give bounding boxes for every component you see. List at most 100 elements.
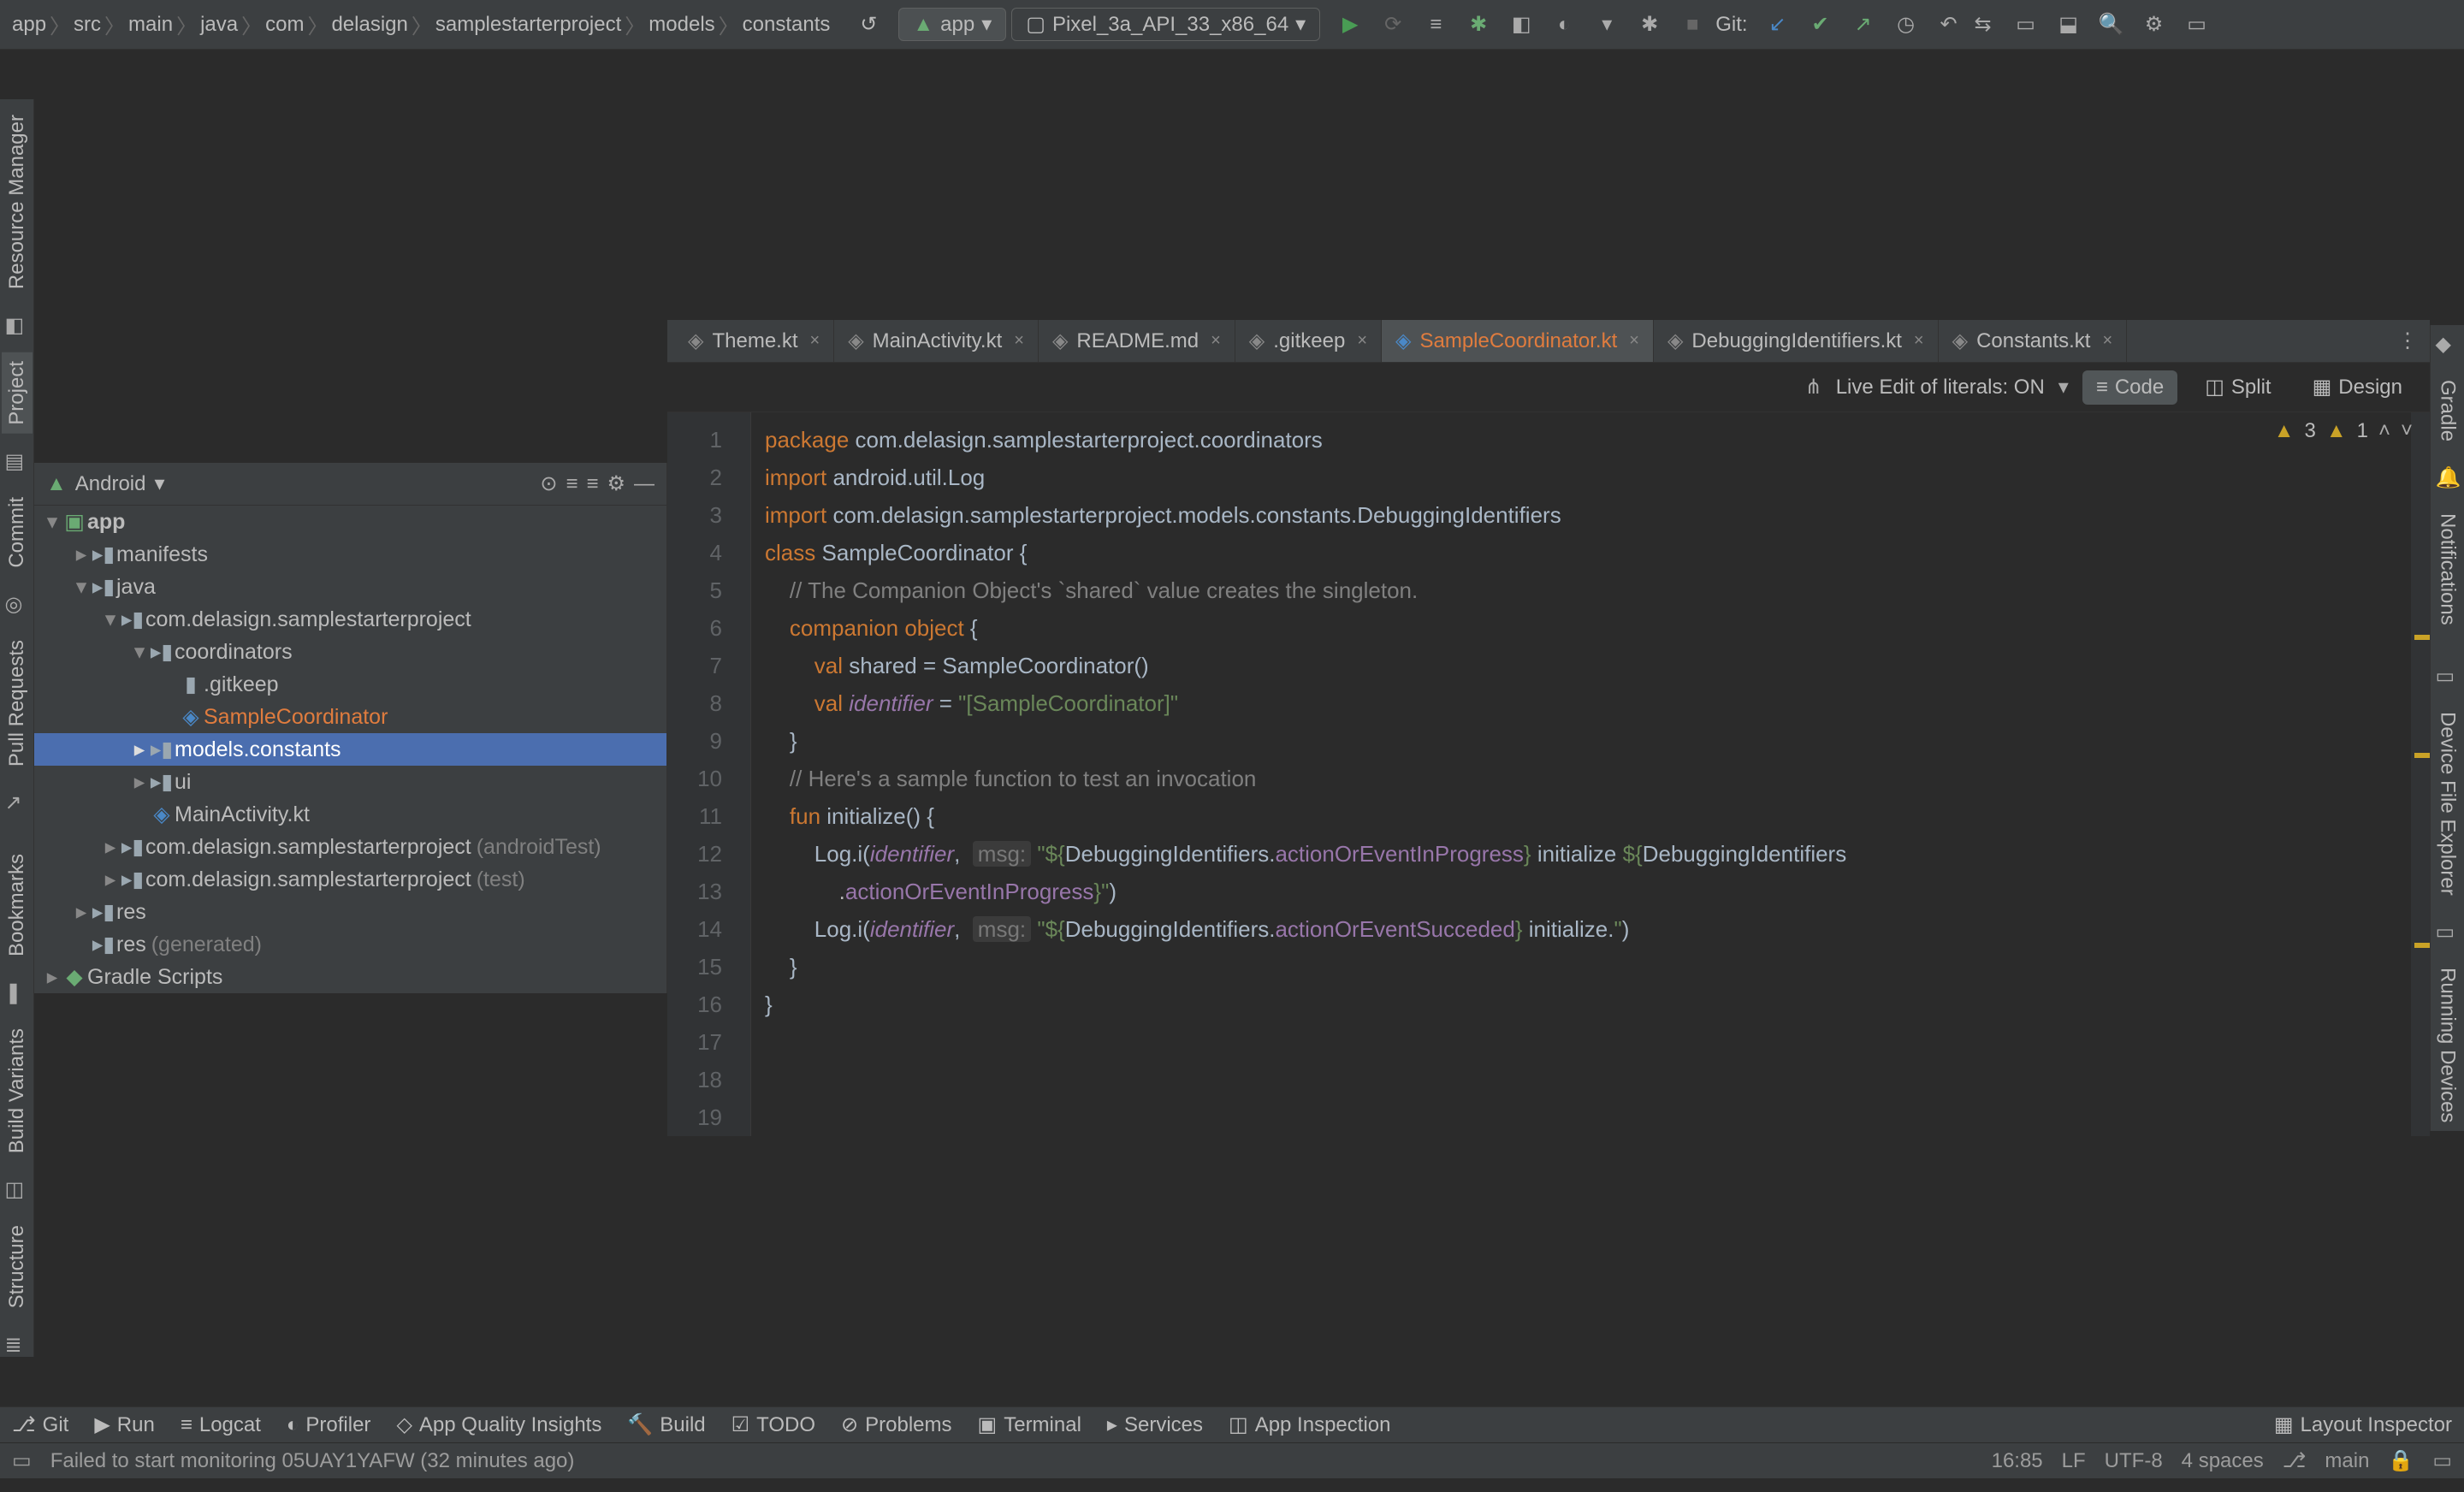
indent[interactable]: 4 spaces [2182,1449,2264,1473]
tree-arrow-icon[interactable]: ▸ [101,834,120,860]
editor-tab[interactable]: ◈Theme.kt× [674,320,834,362]
settings-icon[interactable]: ⚙ [607,471,625,496]
tree-arrow-icon[interactable]: ▾ [130,639,149,665]
bottom-tool-terminal[interactable]: ▣Terminal [978,1412,1081,1437]
device-explorer-icon[interactable]: ▭ [2436,664,2460,688]
bottom-tool-profiler[interactable]: ◐Profiler [287,1413,371,1437]
encoding[interactable]: UTF-8 [2105,1449,2163,1473]
stripe-notifications[interactable]: Notifications [2432,505,2463,634]
code-with-me-icon[interactable]: ⇆ [1972,14,1994,36]
tree-row[interactable]: ▸▮res(generated) [34,928,666,961]
sync-icon[interactable]: ↺ [857,14,880,36]
run-icon[interactable]: ▶ [1339,14,1361,36]
close-icon[interactable]: × [1914,331,1924,351]
structure-icon[interactable]: ≣ [5,1333,29,1357]
breadcrumb-item[interactable]: delasign [328,13,411,37]
hide-icon[interactable]: — [634,472,654,496]
warning-marker[interactable] [2414,943,2430,948]
stripe-commit[interactable]: Commit [2,488,33,577]
run-config-dropdown[interactable]: ▲ app ▾ [898,8,1006,41]
breadcrumb-item[interactable]: app [9,13,50,37]
coverage-icon[interactable]: ◧ [1510,14,1532,36]
mode-code[interactable]: ≡ Code [2082,370,2177,405]
tree-row[interactable]: ◈MainActivity.kt [34,798,666,831]
history-icon[interactable]: ◷ [1895,14,1917,36]
branch-icon[interactable]: ⎇ [2283,1448,2307,1473]
line-separator[interactable]: LF [2062,1449,2086,1473]
tab-menu-icon[interactable]: ⋮ [2385,320,2430,362]
device-dropdown[interactable]: ▢ Pixel_3a_API_33_x86_64 ▾ [1011,8,1320,41]
bookmarks-icon[interactable]: ❚ [5,980,29,1004]
update-project-icon[interactable]: ↙ [1767,14,1789,36]
tree-arrow-icon[interactable]: ▸ [101,867,120,892]
live-edit-icon[interactable]: ⋔ [1805,375,1822,400]
tree-arrow-icon[interactable]: ▸ [72,899,91,925]
stripe-pull-requests[interactable]: Pull Requests [2,631,33,775]
push-icon[interactable]: ↗ [1852,14,1875,36]
account-icon[interactable]: ▭ [2186,14,2208,36]
editor-tab[interactable]: ◈README.md× [1039,320,1235,362]
device-manager-icon[interactable]: ▭ [2015,14,2037,36]
more-run-icon[interactable]: ✱ [1638,14,1661,36]
editor-tab[interactable]: ◈.gitkeep× [1235,320,1382,362]
tree-row[interactable]: ▾▸▮coordinators [34,636,666,668]
mode-split[interactable]: ◫ Split [2191,370,2284,405]
bottom-tool-services[interactable]: ▸Services [1107,1412,1203,1437]
fold-column[interactable] [734,412,751,1136]
memory-icon[interactable]: ▭ [2432,1448,2452,1473]
breadcrumb-item[interactable]: com [262,13,307,37]
profile-icon[interactable]: ◐ [1553,14,1575,36]
breadcrumb-item[interactable]: java [197,13,241,37]
tree-arrow-icon[interactable]: ▸ [43,964,62,990]
bottom-tool-problems[interactable]: ⊘Problems [841,1412,951,1437]
editor-tab[interactable]: ◈SampleCoordinator.kt× [1382,320,1654,362]
caret-position[interactable]: 16:85 [1992,1449,2043,1473]
stripe-running-devices[interactable]: Running Devices [2432,959,2463,1131]
bottom-tool-logcat[interactable]: ≡Logcat [181,1413,261,1437]
stripe-structure[interactable]: Structure [2,1217,33,1317]
editor-tab[interactable]: ◈DebuggingIdentifiers.kt× [1654,320,1939,362]
tree-arrow-icon[interactable]: ▾ [101,607,120,632]
inspection-widget[interactable]: ▲ 3 ▲ 1 ˄ ˅ [2274,419,2413,443]
bottom-tool-build[interactable]: 🔨Build [627,1412,705,1437]
stripe-project[interactable]: Project [2,352,33,434]
tree-row[interactable]: ▾▣app [34,506,666,538]
debug-config-icon[interactable]: ≡ [1424,14,1447,36]
warning-marker[interactable] [2414,753,2430,758]
stripe-bookmarks[interactable]: Bookmarks [2,845,33,965]
editor-tab[interactable]: ◈Constants.kt× [1939,320,2128,362]
chevron-down-icon[interactable]: ▾ [2058,375,2069,400]
resource-manager-icon[interactable]: ◧ [5,313,29,337]
branch-name[interactable]: main [2325,1449,2369,1473]
attach-icon[interactable]: ▾ [1596,14,1618,36]
build-variants-icon[interactable]: ◫ [5,1177,29,1201]
tree-row[interactable]: ▾▸▮com.delasign.samplestarterproject [34,603,666,636]
close-icon[interactable]: × [1357,331,1367,351]
tree-row[interactable]: ▮.gitkeep [34,668,666,701]
warning-marker[interactable] [2414,635,2430,640]
search-everywhere-icon[interactable]: 🔍 [2100,14,2123,36]
tree-arrow-icon[interactable]: ▸ [130,769,149,795]
close-icon[interactable]: × [810,331,820,351]
bottom-tool-git[interactable]: ⎇Git [12,1412,68,1437]
tree-arrow-icon[interactable]: ▸ [130,737,149,762]
stripe-resource-manager[interactable]: Resource Manager [2,106,33,298]
breadcrumb-item[interactable]: samplestarterproject [432,13,625,37]
close-icon[interactable]: × [1629,331,1639,351]
stripe-device-file-explorer[interactable]: Device File Explorer [2432,703,2463,904]
tree-row[interactable]: ▸▸▮ui [34,766,666,798]
close-icon[interactable]: × [1014,331,1024,351]
tree-arrow-icon[interactable]: ▾ [43,509,62,535]
tree-row[interactable]: ▸▸▮com.delasign.samplestarterproject(tes… [34,863,666,896]
close-icon[interactable]: × [2102,331,2112,351]
running-devices-icon[interactable]: ▭ [2436,920,2460,944]
debug-icon[interactable]: ✱ [1467,14,1490,36]
rollback-icon[interactable]: ↶ [1938,14,1960,36]
expand-all-icon[interactable]: ≡ [566,472,578,496]
sdk-manager-icon[interactable]: ⬓ [2058,14,2080,36]
bottom-tool-run[interactable]: ▶Run [94,1412,155,1437]
lock-icon[interactable]: 🔒 [2388,1448,2414,1473]
project-view-label[interactable]: Android [75,472,146,496]
commit-icon[interactable]: ◎ [5,592,29,616]
tree-row[interactable]: ▾▸▮java [34,571,666,603]
